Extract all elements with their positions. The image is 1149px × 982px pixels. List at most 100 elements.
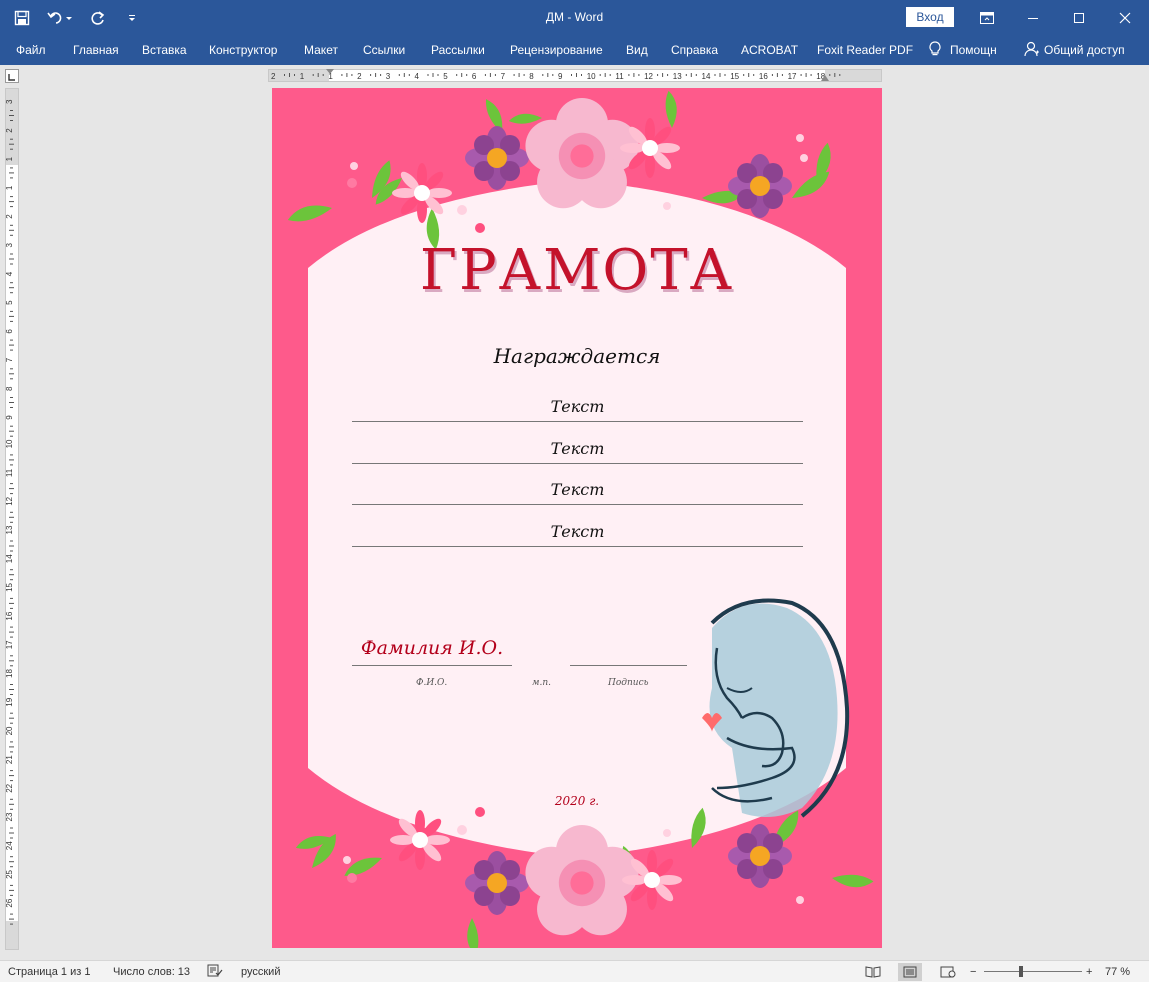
text-line-3[interactable]: Текст — [352, 475, 803, 505]
customize-toolbar-icon[interactable] — [122, 8, 142, 28]
first-line-indent-marker[interactable] — [326, 69, 334, 74]
ruler-tick — [542, 74, 544, 76]
ruler-tick — [432, 73, 434, 77]
ruler-number: 17 — [6, 640, 14, 649]
tab-references[interactable]: Ссылки — [363, 35, 405, 65]
ruler-number: 19 — [6, 697, 14, 706]
ruler-number: 9 — [6, 415, 14, 420]
ruler-tick — [10, 349, 13, 351]
ruler-tick — [9, 516, 14, 518]
ruler-number: 9 — [558, 72, 563, 81]
ruler-tick — [341, 74, 343, 76]
awarded-heading[interactable]: Награждается — [272, 344, 882, 368]
ruler-tick — [10, 636, 13, 638]
ruler-tick — [552, 74, 554, 76]
tab-review[interactable]: Рецензирование — [510, 35, 603, 65]
zoom-in-icon[interactable]: + — [1086, 961, 1092, 982]
ruler-tick — [9, 488, 14, 490]
ruler-tick — [9, 631, 14, 633]
ruler-tick — [9, 861, 14, 863]
signature-line[interactable] — [570, 634, 687, 666]
maximize-icon[interactable] — [1056, 0, 1102, 35]
ruler-tick — [10, 292, 13, 294]
ruler-tick — [10, 712, 13, 714]
ruler-number: 5 — [6, 300, 14, 305]
ruler-tick — [10, 310, 13, 312]
fio-value[interactable]: Фамилия И.О. — [352, 634, 512, 666]
web-layout-icon[interactable] — [936, 963, 960, 981]
ruler-tick — [10, 493, 13, 495]
ribbon-tabs: Файл Главная Вставка Конструктор Макет С… — [0, 35, 1149, 65]
ruler-number: 13 — [6, 525, 14, 534]
tab-mailings[interactable]: Рассылки — [431, 35, 485, 65]
ruler-tick — [10, 425, 13, 427]
share-button[interactable]: Общий доступ — [1024, 35, 1125, 65]
read-mode-icon[interactable] — [861, 963, 885, 981]
close-icon[interactable] — [1102, 0, 1148, 35]
minimize-icon[interactable] — [1010, 0, 1056, 35]
ruler-number: 13 — [673, 72, 682, 81]
ruler-tick — [9, 373, 14, 375]
ruler-tick — [9, 602, 14, 604]
ruler-tick — [695, 74, 697, 76]
ruler-tick — [10, 684, 13, 685]
ruler-tick — [408, 74, 410, 76]
tab-acrobat[interactable]: ACROBAT — [741, 35, 798, 65]
ruler-number: 16 — [6, 611, 14, 620]
tell-me-search[interactable]: Помощн — [928, 35, 997, 65]
ruler-number: 2 — [6, 214, 14, 219]
text-line-4[interactable]: Текст — [352, 517, 803, 547]
year-text[interactable]: 2020 г. — [272, 794, 882, 808]
ruler-number: 18 — [6, 669, 14, 678]
print-layout-icon[interactable] — [898, 963, 922, 981]
zoom-slider-thumb[interactable] — [1019, 966, 1023, 977]
page-count[interactable]: Страница 1 из 1 — [8, 961, 90, 982]
lightbulb-icon — [928, 40, 942, 60]
horizontal-ruler[interactable]: 2 1 1 2 3 4 5 6 7 8 9 10 11 12 13 14 15 16 17 18 — [268, 69, 882, 82]
ruler-tick — [10, 234, 13, 236]
tab-home[interactable]: Главная — [73, 35, 119, 65]
tab-foxit[interactable]: Foxit Reader PDF — [817, 35, 913, 65]
zoom-slider-track[interactable] — [984, 971, 1082, 972]
ruler-tick — [667, 74, 669, 76]
tab-help[interactable]: Справка — [671, 35, 718, 65]
save-icon[interactable] — [12, 8, 32, 28]
proofing-icon[interactable] — [207, 964, 223, 980]
tab-design[interactable]: Конструктор — [209, 35, 277, 65]
certificate-title[interactable]: ГРАМОТА — [272, 238, 882, 303]
ruler-number: 14 — [702, 72, 711, 81]
language-indicator[interactable]: русский — [241, 961, 280, 982]
text-line-2[interactable]: Текст — [352, 434, 803, 464]
ruler-tick — [9, 717, 14, 719]
ribbon-display-options-icon[interactable] — [964, 0, 1010, 35]
right-indent-marker[interactable] — [821, 75, 829, 81]
ruler-tick — [398, 74, 400, 76]
tab-insert[interactable]: Вставка — [142, 35, 187, 65]
ruler-tick — [9, 115, 14, 116]
zoom-out-icon[interactable]: − — [970, 961, 976, 982]
ruler-tick — [609, 74, 611, 76]
ruler-number: 1 — [6, 185, 14, 190]
ruler-number: 15 — [730, 72, 739, 81]
tab-view[interactable]: Вид — [626, 35, 648, 65]
zoom-level[interactable]: 77 % — [1105, 961, 1130, 982]
vertical-ruler[interactable]: 3211234567891011121314151617181920212223… — [5, 88, 19, 950]
ruler-tick — [10, 397, 13, 398]
ruler-tick — [10, 913, 13, 915]
undo-icon[interactable] — [46, 8, 74, 28]
ruler-tick — [10, 894, 13, 896]
tab-layout[interactable]: Макет — [304, 35, 338, 65]
ruler-tick — [10, 827, 13, 829]
tab-selector-icon[interactable] — [5, 69, 19, 83]
document-page[interactable]: ГРАМОТА Награждается Текст Текст Текст Т… — [272, 88, 882, 948]
redo-icon[interactable] — [88, 8, 108, 28]
signin-button[interactable]: Вход — [906, 7, 954, 27]
ruler-number: 25 — [6, 869, 14, 878]
ruler-tick — [10, 597, 13, 599]
tab-file[interactable]: Файл — [16, 35, 46, 65]
ruler-tick — [10, 138, 13, 140]
text-line-1[interactable]: Текст — [352, 392, 803, 422]
ruler-tick — [9, 459, 14, 461]
ruler-number: 24 — [6, 841, 14, 850]
word-count[interactable]: Число слов: 13 — [113, 961, 190, 982]
